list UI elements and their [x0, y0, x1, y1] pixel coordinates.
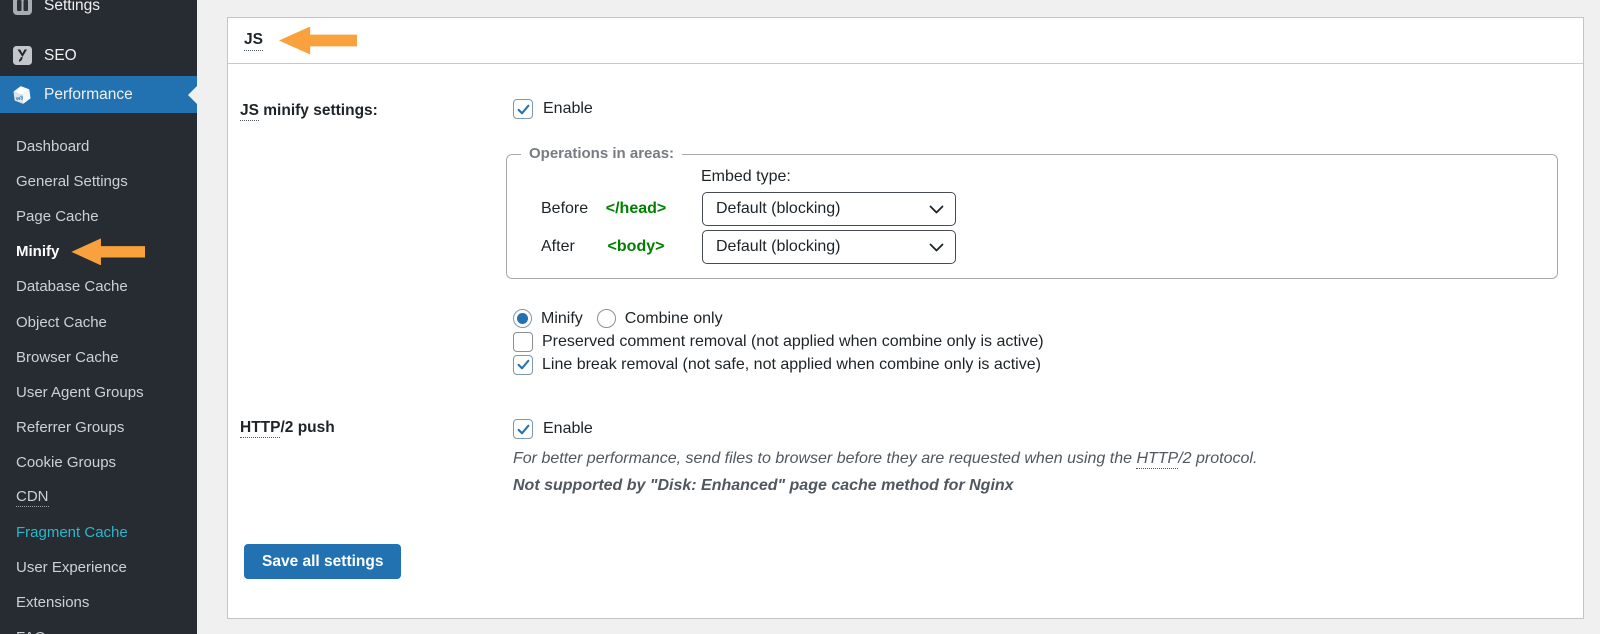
combine-only-radio[interactable] — [596, 309, 616, 328]
submenu-item-general-settings[interactable]: General Settings — [0, 164, 197, 199]
settings-icon — [11, 0, 33, 17]
submenu-item-minify[interactable]: Minify — [0, 234, 197, 269]
submenu-item-page-cache[interactable]: Page Cache — [0, 199, 197, 234]
minify-radio[interactable] — [513, 309, 532, 328]
yoast-seo-icon — [11, 45, 33, 67]
line-break-removal-checkbox[interactable] — [513, 354, 533, 375]
save-all-settings-button[interactable]: Save all settings — [244, 544, 402, 579]
submenu-item-dashboard[interactable]: Dashboard — [0, 129, 197, 164]
submenu-item-fragment-cache[interactable]: Fragment Cache — [0, 515, 197, 550]
submenu-item-faq[interactable]: FAQ — [0, 620, 197, 634]
enable-label: Enable — [543, 100, 593, 117]
body-tag-code: <body> — [607, 238, 665, 255]
checkbox-label: Line break removal (not safe, not applie… — [542, 355, 1041, 373]
active-menu-arrow — [188, 85, 197, 104]
submenu-item-cookie-groups[interactable]: Cookie Groups — [0, 445, 197, 480]
checkbox-label: Preserved comment removal (not applied w… — [542, 332, 1044, 350]
admin-sidebar: Settings SEO w3 Performance Dashboard Ge… — [0, 0, 197, 634]
js-minify-enable[interactable]: Enable — [513, 99, 593, 119]
preserved-comment-removal-checkbox[interactable] — [513, 331, 533, 352]
submenu-item-object-cache[interactable]: Object Cache — [0, 304, 197, 339]
minify-options: Minify Combine only Preserved comment re… — [513, 307, 1044, 376]
js-minify-enable-checkbox[interactable] — [513, 99, 533, 119]
operations-legend: Operations in areas: — [521, 145, 683, 162]
select-value: Default (blocking) — [716, 200, 841, 217]
preserved-comment-removal-option[interactable]: Preserved comment removal (not applied w… — [513, 330, 1044, 353]
submenu-item-referrer-groups[interactable]: Referrer Groups — [0, 410, 197, 445]
http2-enable[interactable]: Enable — [513, 419, 593, 439]
section-title: JS — [244, 31, 263, 51]
http2-description: For better performance, send files to br… — [513, 450, 1258, 469]
performance-submenu: Dashboard General Settings Page Cache Mi… — [0, 129, 197, 634]
sidebar-item-seo[interactable]: SEO — [0, 37, 197, 74]
submenu-item-user-agent-groups[interactable]: User Agent Groups — [0, 375, 197, 410]
embed-type-select-head[interactable]: Default (blocking) — [702, 192, 956, 226]
section-header: JS — [228, 18, 1583, 64]
minify-pointer-arrow — [71, 238, 146, 266]
sidebar-item-settings[interactable]: Settings — [0, 0, 197, 24]
operation-row-after-body: After <body> Default (blocking) — [541, 230, 956, 264]
http2-enable-checkbox[interactable] — [513, 419, 533, 439]
chevron-down-icon — [929, 243, 944, 252]
submenu-item-cdn[interactable]: CDN — [0, 480, 197, 515]
js-minify-settings-label: JS minify settings: — [240, 102, 378, 121]
http2-push-label: HTTP/2 push — [240, 419, 335, 438]
embed-type-select-body[interactable]: Default (blocking) — [702, 230, 956, 264]
http2-note: Not supported by "Disk: Enhanced" page c… — [513, 477, 1014, 494]
chevron-down-icon — [929, 205, 944, 214]
submenu-item-database-cache[interactable]: Database Cache — [0, 269, 197, 304]
minify-mode-radios: Minify Combine only — [513, 307, 1044, 330]
js-pointer-arrow — [278, 26, 357, 55]
embed-type-label: Embed type: — [701, 168, 791, 185]
sidebar-item-label: Settings — [44, 0, 101, 14]
enable-label: Enable — [543, 420, 593, 437]
sidebar-item-performance[interactable]: w3 Performance — [0, 76, 197, 113]
minify-radio-label[interactable]: Minify — [541, 310, 583, 328]
svg-text:w3: w3 — [15, 95, 24, 102]
select-value: Default (blocking) — [716, 238, 841, 255]
operations-fieldset: Operations in areas: Embed type: Before … — [506, 145, 1558, 279]
sidebar-item-label: SEO — [44, 46, 77, 64]
operation-position: Before — [541, 200, 589, 217]
sidebar-item-label: Performance — [44, 85, 133, 103]
submenu-item-browser-cache[interactable]: Browser Cache — [0, 340, 197, 375]
submenu-item-extensions[interactable]: Extensions — [0, 585, 197, 620]
combine-only-radio-label[interactable]: Combine only — [625, 310, 723, 328]
w3tc-cube-icon: w3 — [11, 84, 33, 106]
operation-position: After — [541, 238, 575, 255]
submenu-item-user-experience[interactable]: User Experience — [0, 550, 197, 585]
head-tag-code: </head> — [605, 200, 667, 217]
operation-row-before-head: Before </head> Default (blocking) — [541, 192, 956, 226]
settings-panel: JS JS minify settings: Enable Operations… — [227, 17, 1584, 619]
line-break-removal-option[interactable]: Line break removal (not safe, not applie… — [513, 353, 1044, 376]
